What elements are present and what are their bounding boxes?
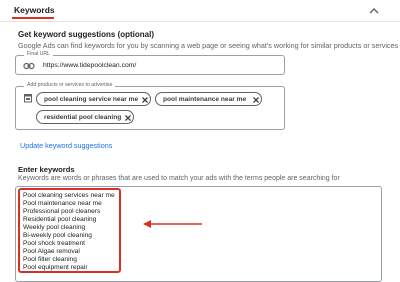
product-chip[interactable]: residential pool cleaning (36, 110, 134, 124)
keyword-line: Pool equipment repair (23, 264, 88, 272)
title-underline (12, 17, 54, 19)
product-chip[interactable]: pool cleaning service near me (36, 92, 151, 106)
chip-label: pool maintenance near me (163, 96, 247, 103)
final-url-value: https://www.tidepoolclean.com/ (43, 61, 137, 69)
chip-label: pool cleaning service near me (44, 96, 139, 103)
chevron-up-icon (369, 8, 379, 14)
close-icon[interactable] (141, 96, 149, 104)
products-services-label: Add products or services to advertise (24, 82, 116, 88)
keyword-line: Professional pool cleaners (23, 208, 101, 216)
panel-title: Keywords (14, 5, 55, 15)
keyword-line: Pool maintenance near me (23, 200, 102, 208)
close-icon[interactable] (252, 96, 260, 104)
collapse-button[interactable] (366, 3, 382, 19)
annotation-arrow (143, 220, 202, 228)
keyword-line: Bi-weekly pool cleaning (23, 232, 92, 240)
keyword-line: Pool cleaning services near me (23, 192, 115, 199)
final-url-label: Final URL (24, 51, 54, 57)
update-suggestions-link[interactable]: Update keyword suggestions (20, 141, 112, 150)
keyword-list: Pool cleaning services near me Pool main… (23, 192, 115, 272)
final-url-field[interactable]: Final URL https://www.tidepoolclean.com/ (15, 51, 285, 75)
product-icon (24, 94, 32, 103)
close-icon[interactable] (124, 114, 132, 122)
keyword-line: Residential pool cleaning (23, 216, 97, 224)
keyword-line: Pool shock treatment (23, 240, 85, 248)
panel-header[interactable]: Keywords (0, 0, 400, 22)
enter-keywords-title: Enter keywords (18, 165, 75, 174)
keyword-line: Pool Algae removal (23, 248, 80, 256)
suggestions-title: Get keyword suggestions (optional) (18, 30, 155, 39)
enter-keywords-description: Keywords are words or phrases that are u… (18, 175, 340, 182)
keyword-line: Pool filter cleaning (23, 256, 77, 264)
suggestions-description: Google Ads can find keywords for you by … (18, 41, 399, 50)
chip-label: residential pool cleaning (44, 114, 122, 121)
link-icon (23, 62, 35, 70)
product-chip[interactable]: pool maintenance near me (155, 92, 262, 106)
keywords-panel: Keywords Get keyword suggestions (option… (0, 0, 400, 282)
products-services-field[interactable]: Add products or services to advertise po… (15, 82, 285, 130)
keyword-line: Weekly pool cleaning (23, 224, 86, 232)
